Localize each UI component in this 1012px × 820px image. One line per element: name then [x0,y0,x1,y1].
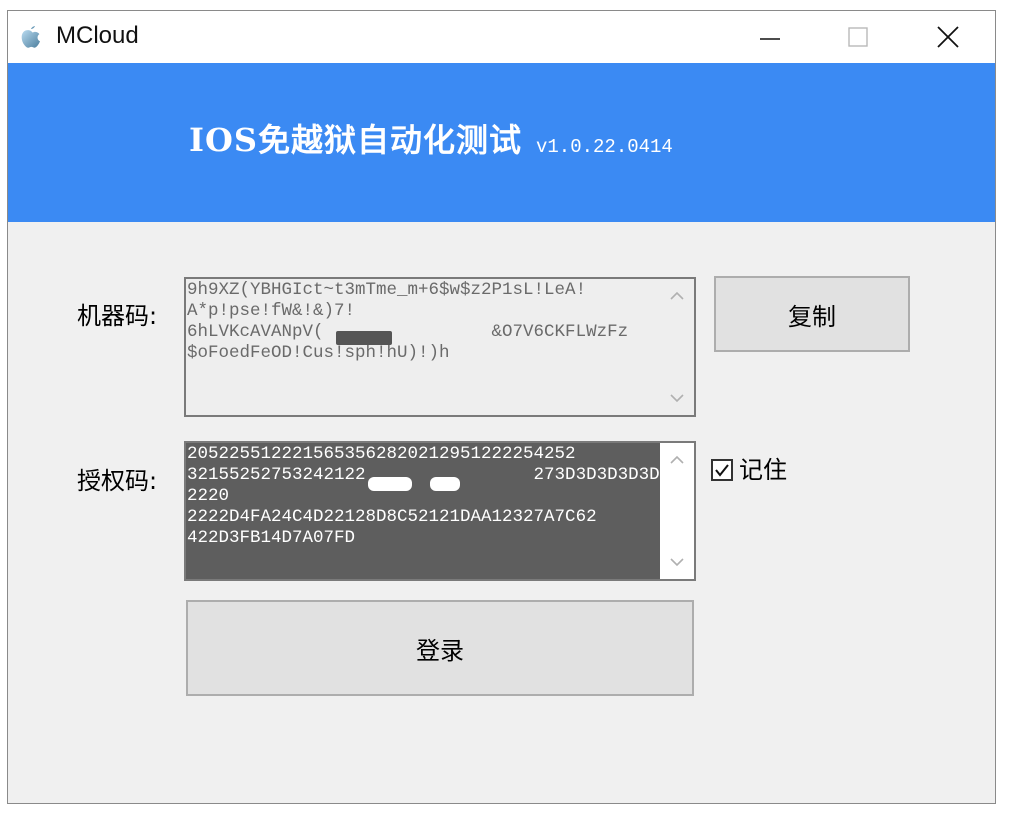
scroll-down-button[interactable] [660,383,694,413]
chevron-up-icon [670,291,684,300]
auth-code-line: 2052255122215653562820212951222254252 [187,444,576,464]
auth-code-textbox[interactable]: 2052255122215653562820212951222254252 321… [184,441,696,581]
app-header-banner: IOS免越狱自动化测试 v1.0.22.0414 [8,63,995,222]
auth-code-line: 2222D4FA24C4D22128D8C52121DAA12327A7C62 [187,507,597,527]
checkmark-icon [715,464,729,477]
auth-code-line: 32155252753242122 273D3D3D3D3D2220 [187,465,660,506]
title-bar[interactable]: MCloud [8,11,995,63]
machine-code-label: 机器码: [77,302,158,330]
maximize-icon [848,27,868,47]
auth-code-line: 422D3FB14D7A07FD [187,528,356,548]
redaction-mark [336,331,392,345]
close-icon [937,26,959,48]
machine-code-line: 9h9XZ(YBHGIct~t3mTme_m+6$w$z2P1sL!LeA! [187,280,587,300]
scroll-up-button[interactable] [660,281,694,311]
remember-label: 记住 [739,456,787,484]
app-window: MCloud IOS免越狱自动化测试 v1.0.22.0414 机器码: 9h9… [7,10,996,804]
scroll-down-button[interactable] [660,547,694,577]
apple-icon [21,26,40,48]
auth-code-scrollbar[interactable] [660,443,694,579]
minimize-button[interactable] [725,11,815,63]
redaction-mark [430,477,460,491]
chevron-up-icon [670,455,684,464]
remember-option[interactable]: 记住 [711,455,787,485]
version-label: v1.0.22.0414 [536,136,673,158]
machine-code-line: $oFoedFeOD!Cus!sph!hU)!)h [187,343,450,363]
remember-checkbox[interactable] [711,459,733,481]
minimize-icon [760,38,780,40]
chevron-down-icon [670,394,684,403]
machine-code-text: 9h9XZ(YBHGIct~t3mTme_m+6$w$z2P1sL!LeA! A*… [186,279,661,364]
scroll-up-button[interactable] [660,445,694,475]
machine-code-textbox[interactable]: 9h9XZ(YBHGIct~t3mTme_m+6$w$z2P1sL!LeA! A*… [184,277,696,417]
close-button[interactable] [903,11,993,63]
machine-code-line: 6hLVKcAVANpV( &O7V6CKFLWzFz [187,322,629,342]
machine-code-line: A*p!pse!fW&!&)7! [187,301,356,321]
maximize-button[interactable] [813,11,903,63]
login-button[interactable]: 登录 [186,600,694,696]
auth-code-label: 授权码: [77,467,158,495]
machine-code-scrollbar[interactable] [660,279,694,415]
redaction-mark [368,477,412,491]
copy-button[interactable]: 复制 [714,276,910,352]
app-heading: IOS免越狱自动化测试 [189,121,522,159]
chevron-down-icon [670,558,684,567]
window-title: MCloud [56,22,139,49]
auth-code-text: 2052255122215653562820212951222254252 321… [186,443,661,549]
